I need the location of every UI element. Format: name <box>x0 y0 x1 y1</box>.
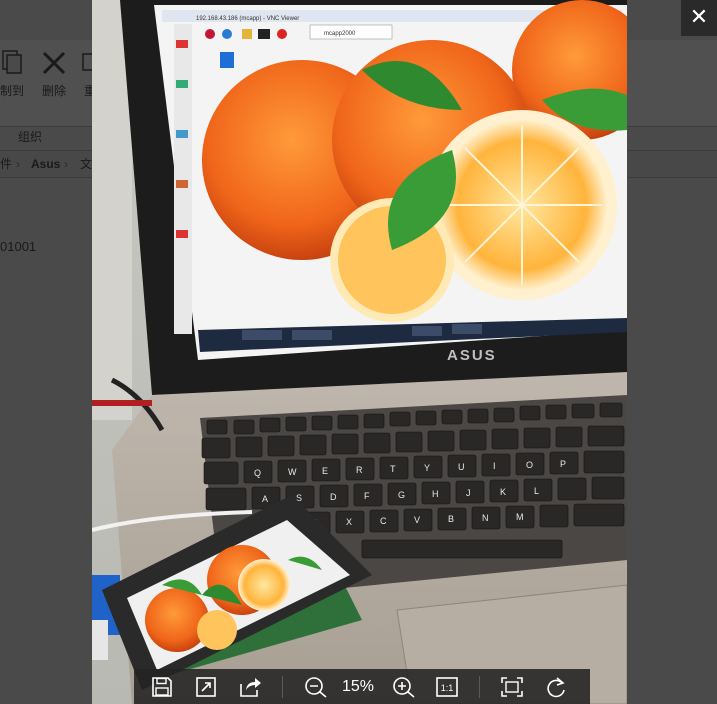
ribbon-group-label: 组织 <box>18 130 43 144</box>
svg-text:O: O <box>526 460 533 470</box>
breadcrumb-asus[interactable]: Asus <box>31 151 60 177</box>
close-button[interactable]: ✕ <box>681 0 717 36</box>
svg-text:J: J <box>466 488 471 498</box>
svg-text:T: T <box>390 464 396 474</box>
actual-size-button[interactable]: 1:1 <box>435 676 459 698</box>
photo-laptop-with-lcd: 192.168.43.186 (mcapp) - VNC Viewer mcap… <box>92 0 627 704</box>
breadcrumb-chevron-icon: › <box>64 157 68 171</box>
save-button[interactable] <box>150 676 174 698</box>
svg-text:W: W <box>288 467 297 477</box>
zoom-in-icon <box>393 677 415 698</box>
svg-text:R: R <box>356 465 363 475</box>
share-button[interactable] <box>238 676 262 698</box>
fullscreen-button[interactable] <box>194 676 218 698</box>
delete-label: 删除 <box>41 84 66 98</box>
actual-size-label: 1:1 <box>441 683 454 693</box>
copy-to-label: 制到 <box>0 84 24 98</box>
svg-text:H: H <box>432 489 439 499</box>
copy-to-button[interactable]: 制到 <box>0 48 30 99</box>
svg-text:N: N <box>482 513 489 523</box>
save-icon <box>152 677 172 697</box>
copy-to-icon <box>2 50 22 74</box>
breadcrumb-prev[interactable]: 件 <box>0 151 12 177</box>
svg-text:Q: Q <box>254 468 261 478</box>
svg-text:I: I <box>493 461 496 471</box>
vnc-title-text: 192.168.43.186 (mcapp) - VNC Viewer <box>196 16 299 22</box>
viewed-photo: 192.168.43.186 (mcapp) - VNC Viewer mcap… <box>92 0 627 704</box>
svg-text:L: L <box>534 486 539 496</box>
zoom-out-button[interactable] <box>304 676 328 698</box>
viewer-toolbar: 15% 1:1 <box>134 669 590 704</box>
svg-text:Y: Y <box>424 463 430 473</box>
breadcrumb-next[interactable]: 文 <box>80 151 92 177</box>
share-icon <box>240 678 261 697</box>
svg-text:P: P <box>560 459 566 469</box>
close-icon: ✕ <box>689 4 709 29</box>
svg-text:A: A <box>262 494 268 504</box>
rotate-button[interactable] <box>544 676 568 698</box>
svg-text:K: K <box>500 487 506 497</box>
svg-text:C: C <box>380 516 387 526</box>
svg-text:F: F <box>364 491 370 501</box>
fit-window-button[interactable] <box>500 676 524 698</box>
zoom-level-readout: 15% <box>342 678 375 695</box>
zoom-out-icon <box>305 677 327 698</box>
rotate-icon <box>547 677 565 698</box>
toolbar-divider <box>282 676 283 698</box>
vnc-address-text: mcapp2000 <box>324 31 356 37</box>
laptop-brand-logo: ASUS <box>447 347 497 364</box>
svg-text:U: U <box>458 462 465 472</box>
file-list-item[interactable]: 01001 <box>0 239 36 254</box>
actual-size-icon: 1:1 <box>436 677 458 697</box>
svg-text:D: D <box>330 492 337 502</box>
zoom-in-button[interactable] <box>392 676 416 698</box>
delete-icon <box>42 51 66 75</box>
breadcrumb-chevron-icon: › <box>16 157 20 171</box>
svg-text:G: G <box>398 490 405 500</box>
expand-icon <box>196 677 216 697</box>
svg-text:E: E <box>322 466 328 476</box>
svg-text:V: V <box>414 515 420 525</box>
fit-window-icon <box>501 677 523 697</box>
delete-button[interactable]: 删除 <box>36 48 72 99</box>
toolbar-divider <box>479 676 480 698</box>
svg-text:X: X <box>346 517 352 527</box>
svg-text:B: B <box>448 514 454 524</box>
svg-text:M: M <box>516 512 524 522</box>
